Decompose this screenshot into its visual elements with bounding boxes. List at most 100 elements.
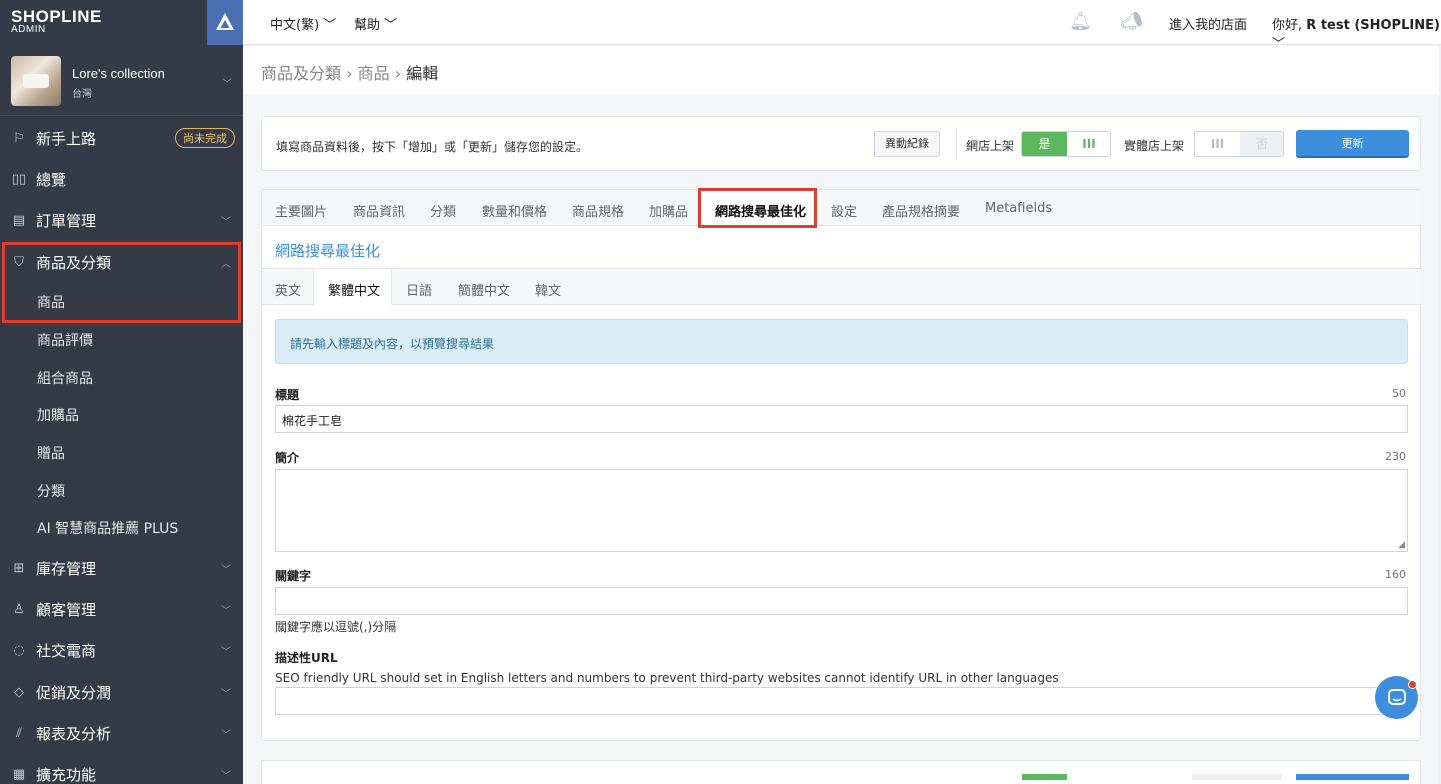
inventory-icon: ⊞	[13, 560, 25, 576]
sidebar-item-social[interactable]: ◌ 社交電商 ﹀	[0, 630, 243, 670]
breadcrumb-separator: ›	[346, 64, 358, 83]
signpost-icon: ⚐	[13, 130, 25, 146]
retail-store-toggle[interactable]: III 否	[1194, 131, 1284, 157]
sidebar-subitem-bundles[interactable]: 組合商品	[0, 359, 243, 397]
sidebar-item-label: 新手上路	[36, 129, 97, 148]
sidebar-item-label: 庫存管理	[36, 559, 97, 578]
store-switcher[interactable]: Lore's collection 台灣 ﹀	[0, 45, 243, 116]
tab-seo[interactable]: 網路搜尋最佳化	[715, 201, 806, 220]
toggle-on-label: 是	[1022, 132, 1067, 156]
sidebar-item-customers[interactable]: ♙ 顧客管理 ﹀	[0, 589, 243, 629]
sidebar-item-onboarding[interactable]: ⚐ 新手上路 尚未完成	[0, 118, 243, 158]
intro-char-count: 230	[1385, 450, 1406, 463]
notification-dot	[1408, 680, 1417, 689]
retail-store-toggle-bottom[interactable]	[1192, 774, 1282, 780]
title-label: 標題	[275, 388, 300, 402]
tab-korean[interactable]: 韓文	[535, 280, 561, 299]
megaphone-icon[interactable]: 📣︎	[1120, 11, 1143, 32]
online-store-toggle-bottom[interactable]	[1022, 774, 1067, 780]
sidebar-item-orders[interactable]: ▤ 訂單管理 ﹀	[0, 200, 243, 240]
sidebar-subitem-addons[interactable]: 加購品	[0, 396, 243, 434]
language-label: 中文(繁)	[270, 18, 320, 33]
grid-icon: ▦	[12, 766, 26, 782]
url-help: SEO friendly URL should set in English l…	[275, 671, 1059, 685]
tag-icon: ◇	[14, 684, 24, 700]
tab-spec-summary[interactable]: 產品規格摘要	[882, 201, 960, 220]
greeting-prefix: 你好,	[1272, 18, 1303, 33]
update-button-bottom[interactable]	[1296, 774, 1409, 780]
chevron-down-icon: ﹀	[221, 564, 231, 576]
seo-title-input[interactable]: 棉花手工皂	[275, 405, 1408, 433]
tab-english[interactable]: 英文	[275, 280, 301, 299]
sidebar-item-inventory[interactable]: ⊞ 庫存管理 ﹀	[0, 548, 243, 588]
chevron-down-icon: ﹀	[221, 688, 231, 700]
tab-simplified-chinese[interactable]: 簡體中文	[458, 280, 510, 299]
sidebar-item-reports[interactable]: ⫽ 報表及分析 ﹀	[0, 713, 243, 753]
seo-description-textarea[interactable]: ◢	[275, 469, 1408, 552]
tab-product-info[interactable]: 商品資訊	[353, 201, 405, 220]
tab-traditional-chinese[interactable]: 繁體中文	[328, 280, 380, 299]
tab-categories[interactable]: 分類	[430, 201, 456, 220]
sidebar-item-label: 顧客管理	[36, 600, 97, 619]
keywords-help: 關鍵字應以逗號(,)分隔	[275, 620, 397, 634]
chevron-down-icon: ﹀	[222, 79, 232, 90]
product-tabs: 主要圖片 商品資訊 分類 數量和價格 商品規格 加購品 網路搜尋最佳化 設定 產…	[262, 188, 1422, 228]
sidebar-item-overview[interactable]: ▯▯ 總覽	[0, 159, 243, 199]
breadcrumb-products-categories[interactable]: 商品及分類	[261, 64, 341, 83]
sidebar-subitem-gifts[interactable]: 贈品	[0, 434, 243, 472]
brand-header: SHOPLINE ADMIN	[0, 0, 243, 45]
tab-settings[interactable]: 設定	[831, 201, 857, 220]
tab-variations[interactable]: 商品規格	[572, 201, 624, 220]
save-hint: 填寫商品資料後，按下「增加」或「更新」儲存您的設定。	[276, 140, 589, 154]
chat-icon: ◌	[13, 642, 25, 658]
user-icon: ♙	[13, 601, 25, 617]
tab-japanese[interactable]: 日語	[406, 280, 432, 299]
highlight-box	[2, 242, 241, 323]
tab-addons[interactable]: 加購品	[649, 201, 688, 220]
main-content: 商品及分類 › 商品 › 編輯 填寫商品資料後，按下「增加」或「更新」儲存您的設…	[243, 46, 1439, 784]
admin-label: ADMIN	[11, 24, 46, 35]
update-button[interactable]: 更新	[1296, 130, 1409, 158]
sidebar-subitem-label: 組合商品	[37, 371, 93, 387]
brand-mark-icon[interactable]	[207, 0, 243, 45]
tab-main-images[interactable]: 主要圖片	[275, 201, 327, 220]
seo-keywords-input[interactable]	[275, 587, 1408, 615]
sidebar-item-extensions[interactable]: ▦ 擴充功能 ﹀	[0, 754, 243, 784]
sidebar-subitem-ai-recommend[interactable]: AI 智慧商品推薦 PLUS	[0, 509, 243, 547]
language-selector[interactable]: 中文(繁) ﹀	[270, 14, 336, 33]
title-char-count: 50	[1392, 387, 1406, 400]
tab-quantity-price[interactable]: 數量和價格	[482, 201, 547, 220]
clipboard-icon: ▤	[12, 212, 26, 228]
sidebar-subitem-categories[interactable]: 分類	[0, 472, 243, 510]
chevron-down-icon: ﹀	[221, 605, 231, 617]
visit-store-link[interactable]: 進入我的店面	[1169, 14, 1247, 33]
keywords-char-count: 160	[1385, 568, 1406, 581]
store-region: 台灣	[72, 89, 92, 100]
sidebar-subitem-label: 加購品	[37, 408, 79, 424]
change-log-button[interactable]: 異動紀錄	[874, 131, 940, 157]
tab-metafields[interactable]: Metafields	[985, 201, 1052, 216]
sidebar-item-label: 報表及分析	[36, 724, 112, 743]
sidebar-item-label: 訂單管理	[36, 211, 97, 230]
info-text: 請先輸入標題及內容，以預覽搜尋結果	[290, 337, 495, 351]
resize-handle-icon[interactable]: ◢	[1398, 540, 1405, 550]
sidebar-item-promotions[interactable]: ◇ 促銷及分潤 ﹀	[0, 672, 243, 712]
bottom-action-bar	[261, 760, 1421, 784]
sidebar-subitem-reviews[interactable]: 商品評價	[0, 321, 243, 359]
bell-icon[interactable]: 🔔︎	[1069, 11, 1092, 32]
help-menu[interactable]: 幫助 ﹀	[354, 14, 397, 33]
store-avatar	[11, 56, 61, 106]
dashboard-icon: ▯▯	[11, 171, 27, 187]
chevron-down-icon: ﹀	[221, 729, 231, 741]
seo-url-input[interactable]	[275, 687, 1408, 715]
breadcrumb-products[interactable]: 商品	[358, 64, 390, 83]
seo-card: 主要圖片 商品資訊 分類 數量和價格 商品規格 加購品 網路搜尋最佳化 設定 產…	[261, 188, 1422, 741]
toggle-handle-icon: III	[1082, 137, 1096, 151]
sidebar: SHOPLINE ADMIN Lore's collection 台灣 ﹀ ⚐ …	[0, 0, 243, 784]
toggle-off-label: 否	[1240, 132, 1283, 156]
language-tabs: 英文 繁體中文 日語 簡體中文 韓文	[262, 269, 1422, 305]
help-label: 幫助	[354, 18, 381, 33]
online-store-toggle[interactable]: 是 III	[1021, 131, 1111, 157]
breadcrumb-separator: ›	[394, 64, 407, 83]
keywords-label: 關鍵字	[275, 569, 312, 583]
